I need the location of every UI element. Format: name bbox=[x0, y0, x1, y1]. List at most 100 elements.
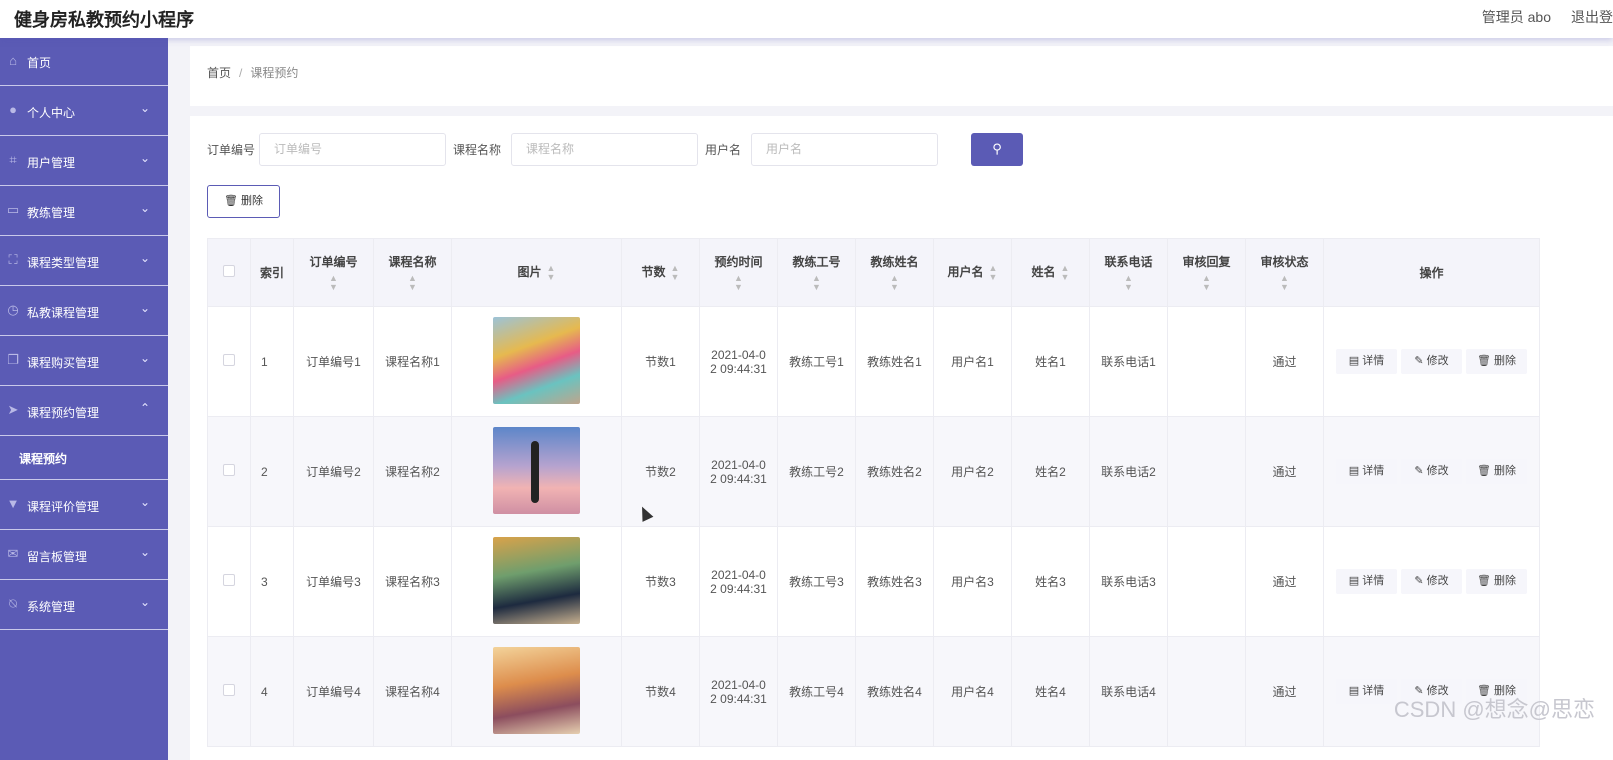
document-icon: ▤ bbox=[1348, 575, 1360, 587]
select-all-cell[interactable] bbox=[207, 238, 251, 307]
col-phone[interactable]: 联系电话 ▲ ▼ bbox=[1089, 238, 1168, 307]
sidebar-item-label: 私教课程管理 bbox=[27, 306, 100, 320]
col-coach-no[interactable]: 教练工号 ▲ ▼ bbox=[777, 238, 856, 307]
batch-delete-button[interactable]: 🗑 删除 bbox=[207, 185, 280, 218]
col-image[interactable]: 图片 ▲ ▼ bbox=[451, 238, 622, 307]
row-name: 姓名1 bbox=[1011, 306, 1090, 417]
sort-icon[interactable]: ▲ ▼ bbox=[1061, 263, 1070, 282]
breadcrumb-current: 课程预约 bbox=[250, 66, 299, 80]
sort-icon[interactable]: ▲ ▼ bbox=[671, 263, 680, 282]
row-order: 订单编号4 bbox=[293, 636, 374, 747]
sort-icon[interactable]: ▲ ▼ bbox=[860, 274, 929, 292]
document-icon: ▤ bbox=[1348, 465, 1360, 477]
sort-icon[interactable]: ▲ ▼ bbox=[1172, 274, 1241, 292]
sidebar-item-personal[interactable]: ● 个人中心 ⌄ bbox=[0, 86, 168, 136]
breadcrumb-home[interactable]: 首页 bbox=[207, 66, 231, 80]
sidebar-item-course-types[interactable]: ⛶ 课程类型管理 ⌄ bbox=[0, 236, 168, 286]
sidebar-subitem-reservation[interactable]: 课程预约 bbox=[0, 436, 168, 480]
detail-button[interactable]: ▤ 详情 bbox=[1336, 569, 1397, 594]
row-coach-name: 教练姓名3 bbox=[855, 526, 934, 637]
row-coach-no: 教练工号2 bbox=[777, 416, 856, 527]
trash-icon: 🗑 bbox=[1476, 575, 1491, 587]
course-photo bbox=[493, 646, 580, 734]
sidebar-item-reservations[interactable]: ➤ 课程预约管理 ⌃ bbox=[0, 386, 168, 436]
sidebar-item-label: 课程购买管理 bbox=[27, 356, 100, 370]
sort-icon[interactable]: ▲ ▼ bbox=[1094, 274, 1163, 292]
select-all-checkbox[interactable] bbox=[223, 265, 235, 277]
sort-icon[interactable]: ▲ ▼ bbox=[378, 274, 447, 292]
sidebar-item-purchases[interactable]: ❐ 课程购买管理 ⌄ bbox=[0, 336, 168, 386]
edit-button[interactable]: ✎ 修改 bbox=[1401, 569, 1462, 594]
col-sessions[interactable]: 节数 ▲ ▼ bbox=[621, 238, 700, 307]
chevron-up-icon: ⌃ bbox=[139, 401, 150, 415]
sort-icon[interactable]: ▲ ▼ bbox=[298, 274, 369, 292]
col-order-label: 订单编号 bbox=[309, 255, 358, 269]
col-status[interactable]: 审核状态 ▲ ▼ bbox=[1245, 238, 1324, 307]
cup-icon: ▼ bbox=[6, 496, 20, 511]
sort-icon[interactable]: ▲ ▼ bbox=[1250, 274, 1319, 292]
table-row: 4 订单编号4 课程名称4 节数4 2021-04-0 2 09:44:31 教练… bbox=[207, 636, 1540, 747]
row-checkbox[interactable] bbox=[223, 464, 235, 476]
col-coach-no-label: 教练工号 bbox=[792, 255, 841, 269]
delete-button[interactable]: 🗑 删除 bbox=[1466, 349, 1527, 374]
search-button[interactable]: ⚲ bbox=[971, 133, 1023, 166]
col-name-label: 姓名 bbox=[1031, 265, 1056, 280]
order-search-input[interactable]: 订单编号 bbox=[259, 133, 446, 166]
delete-button[interactable]: 🗑 删除 bbox=[1466, 569, 1527, 594]
col-username-label: 用户名 bbox=[947, 265, 984, 280]
col-username[interactable]: 用户名 ▲ ▼ bbox=[933, 238, 1012, 307]
col-reply[interactable]: 审核回复 ▲ ▼ bbox=[1167, 238, 1246, 307]
row-reply bbox=[1167, 636, 1246, 747]
sidebar-item-private-courses[interactable]: ◷ 私教课程管理 ⌄ bbox=[0, 286, 168, 336]
logout-link[interactable]: 退出登 bbox=[1571, 9, 1613, 25]
detail-button[interactable]: ▤ 详情 bbox=[1336, 459, 1397, 484]
batch-delete-label: 删除 bbox=[241, 195, 264, 207]
admin-label[interactable]: 管理员 abo bbox=[1482, 9, 1551, 25]
col-name[interactable]: 姓名 ▲ ▼ bbox=[1011, 238, 1090, 307]
row-index: 3 bbox=[250, 526, 294, 637]
row-select-cell[interactable] bbox=[207, 636, 251, 747]
sidebar-item-users[interactable]: ⌗ 用户管理 ⌄ bbox=[0, 136, 168, 186]
row-checkbox[interactable] bbox=[223, 354, 235, 366]
course-photo bbox=[493, 316, 580, 404]
sidebar-item-messages[interactable]: ✉ 留言板管理 ⌄ bbox=[0, 530, 168, 580]
edit-button[interactable]: ✎ 修改 bbox=[1401, 349, 1462, 374]
col-time[interactable]: 预约时间 ▲ ▼ bbox=[699, 238, 778, 307]
user-search-input[interactable]: 用户名 bbox=[751, 133, 938, 166]
user-icon: ● bbox=[9, 102, 17, 117]
row-select-cell[interactable] bbox=[207, 526, 251, 637]
row-actions: ▤ 详情 ✎ 修改 🗑 删除 bbox=[1323, 416, 1540, 527]
row-select-cell[interactable] bbox=[207, 416, 251, 527]
sort-icon[interactable]: ▲ ▼ bbox=[704, 274, 773, 292]
col-course[interactable]: 课程名称 ▲ ▼ bbox=[373, 238, 452, 307]
row-name: 姓名2 bbox=[1011, 416, 1090, 527]
sidebar-item-reviews[interactable]: ▼ 课程评价管理 ⌄ bbox=[0, 480, 168, 530]
row-coach-name: 教练姓名4 bbox=[855, 636, 934, 747]
chat-icon: ▭ bbox=[6, 202, 20, 217]
row-select-cell[interactable] bbox=[207, 306, 251, 417]
row-order: 订单编号3 bbox=[293, 526, 374, 637]
sort-icon[interactable]: ▲ ▼ bbox=[547, 263, 556, 282]
row-actions: ▤ 详情 ✎ 修改 🗑 删除 bbox=[1323, 526, 1540, 637]
course-search-input[interactable]: 课程名称 bbox=[511, 133, 698, 166]
sidebar-item-home[interactable]: ⌂ 首页 bbox=[0, 38, 168, 86]
col-index: 索引 bbox=[250, 238, 294, 307]
row-course: 课程名称4 bbox=[373, 636, 452, 747]
col-order[interactable]: 订单编号 ▲ ▼ bbox=[293, 238, 374, 307]
col-time-label: 预约时间 bbox=[714, 255, 763, 269]
row-checkbox[interactable] bbox=[223, 574, 235, 586]
sidebar-item-system[interactable]: ⍉ 系统管理 ⌄ bbox=[0, 580, 168, 630]
sidebar-item-label: 用户管理 bbox=[27, 156, 76, 170]
sort-icon[interactable]: ▲ ▼ bbox=[989, 263, 998, 282]
detail-button[interactable]: ▤ 详情 bbox=[1336, 349, 1397, 374]
row-coach-name: 教练姓名1 bbox=[855, 306, 934, 417]
sidebar-item-coaches[interactable]: ▭ 教练管理 ⌄ bbox=[0, 186, 168, 236]
row-phone: 联系电话3 bbox=[1089, 526, 1168, 637]
row-checkbox[interactable] bbox=[223, 684, 235, 696]
row-reply bbox=[1167, 306, 1246, 417]
col-coach-name[interactable]: 教练姓名 ▲ ▼ bbox=[855, 238, 934, 307]
edit-button[interactable]: ✎ 修改 bbox=[1401, 459, 1462, 484]
detail-button[interactable]: ▤ 详情 bbox=[1336, 679, 1397, 704]
sort-icon[interactable]: ▲ ▼ bbox=[782, 274, 851, 292]
delete-button[interactable]: 🗑 删除 bbox=[1466, 459, 1527, 484]
